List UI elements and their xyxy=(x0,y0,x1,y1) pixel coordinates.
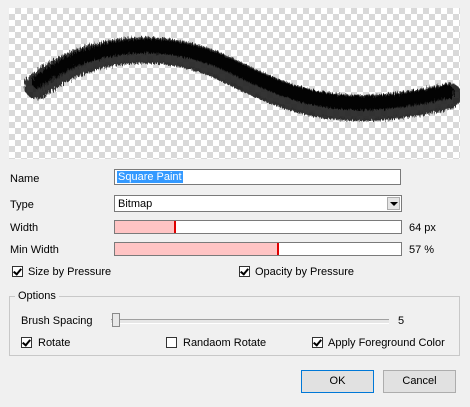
cancel-button[interactable]: Cancel xyxy=(383,370,456,393)
opacity-by-pressure-label: Opacity by Pressure xyxy=(255,266,355,278)
rotate-checkbox[interactable] xyxy=(21,337,32,348)
brush-spacing-thumb[interactable] xyxy=(112,313,120,327)
rotate-label: Rotate xyxy=(38,337,71,349)
min-width-marker[interactable] xyxy=(277,243,279,255)
type-label: Type xyxy=(10,199,34,211)
brush-preview xyxy=(9,8,460,159)
name-label: Name xyxy=(10,173,40,185)
brush-spacing-label: Brush Spacing xyxy=(21,315,93,327)
apply-foreground-checkbox[interactable] xyxy=(312,337,323,348)
width-fill xyxy=(115,221,175,233)
type-select[interactable]: Bitmap xyxy=(114,195,402,212)
apply-foreground-label: Apply Foreground Color xyxy=(328,337,445,349)
brush-spacing-track[interactable] xyxy=(111,319,389,324)
random-rotate-checkbox[interactable] xyxy=(166,337,177,348)
min-width-slider[interactable] xyxy=(114,242,402,256)
min-width-label: Min Width xyxy=(10,244,59,256)
width-slider[interactable] xyxy=(114,220,402,234)
chevron-down-icon[interactable] xyxy=(387,197,400,210)
width-label: Width xyxy=(10,222,39,234)
size-by-pressure-checkbox[interactable] xyxy=(12,266,23,277)
type-value: Bitmap xyxy=(118,198,153,210)
width-marker[interactable] xyxy=(174,221,176,233)
min-width-value: 57 % xyxy=(409,244,435,256)
brush-stroke-icon xyxy=(24,37,460,121)
random-rotate-label: Randaom Rotate xyxy=(183,337,267,349)
min-width-fill xyxy=(115,243,278,255)
ok-button[interactable]: OK xyxy=(301,370,374,393)
size-by-pressure-label: Size by Pressure xyxy=(28,266,112,278)
options-title: Options xyxy=(15,290,59,302)
name-input[interactable]: Square Paint xyxy=(114,169,401,185)
name-value: Square Paint xyxy=(117,171,183,183)
width-value: 64 px xyxy=(409,222,436,234)
brush-spacing-value: 5 xyxy=(398,315,405,327)
opacity-by-pressure-checkbox[interactable] xyxy=(239,266,250,277)
